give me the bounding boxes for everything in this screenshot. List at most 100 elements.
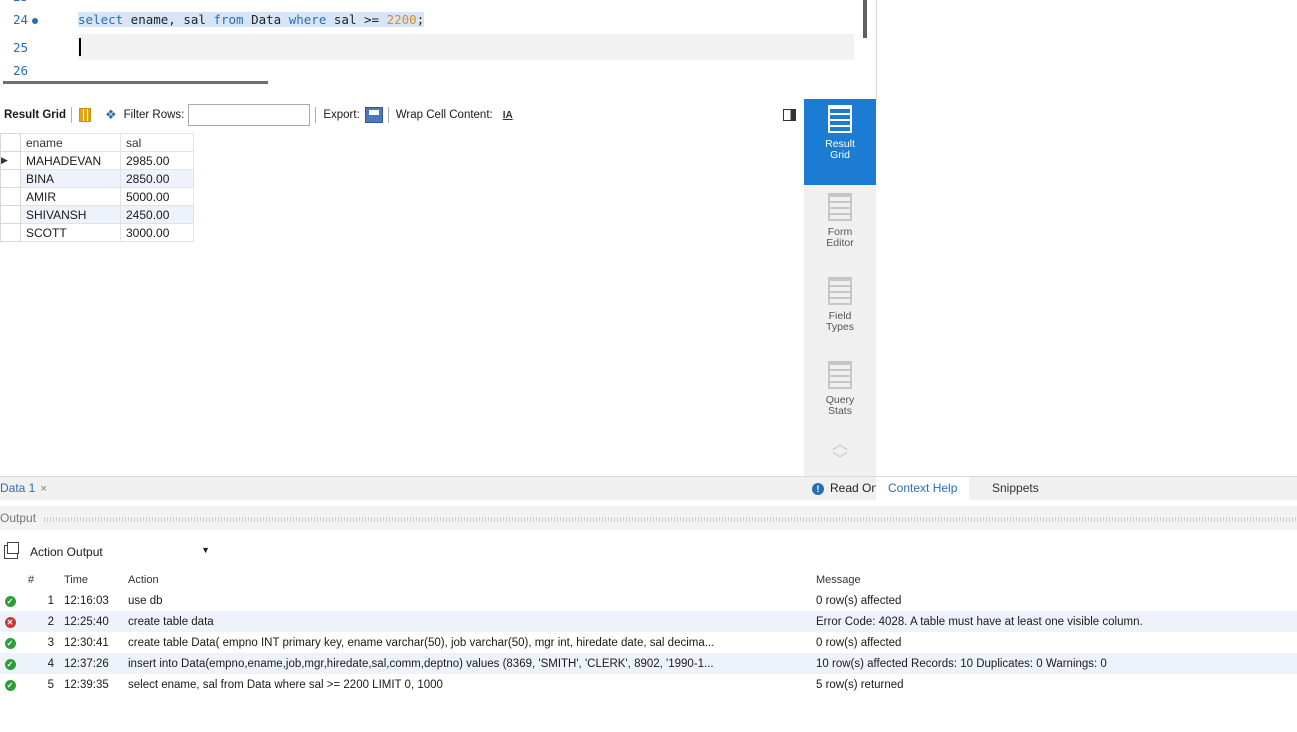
cell-time: 12:25:40 <box>60 611 126 632</box>
editor-vertical-scrollbar[interactable] <box>863 0 867 38</box>
table-row[interactable]: AMIR 5000.00 <box>0 187 194 206</box>
sql-keyword: from <box>213 12 244 27</box>
column-header-sal[interactable]: sal <box>120 133 194 152</box>
cell-num: 1 <box>47 594 54 607</box>
tab-context-help[interactable]: Context Help <box>876 477 970 501</box>
cell-action: insert into Data(empno,ename,job,mgr,hir… <box>126 653 814 674</box>
wrap-cell-label: Wrap Cell Content: <box>395 109 493 121</box>
sql-editor[interactable]: 23 24 25 26 select ename, sal from Data … <box>0 0 870 78</box>
panel-divider <box>876 0 877 100</box>
status-header <box>0 569 20 590</box>
statement-marker-icon <box>32 17 39 24</box>
side-tab-field-types[interactable]: Field Types <box>804 271 876 353</box>
table-row[interactable]: ▶ MAHADEVAN 2985.00 <box>0 151 194 170</box>
table-row[interactable]: ✓ 3 12:30:41 create table Data( empno IN… <box>0 632 1297 653</box>
close-icon[interactable]: × <box>40 483 46 495</box>
cell-sal[interactable]: 2850.00 <box>120 169 194 188</box>
table-row[interactable]: ✕ 2 12:25:40 create table data Error Cod… <box>0 611 1297 632</box>
side-tab-label: Stats <box>828 405 852 417</box>
cell-ename[interactable]: SHIVANSH <box>20 205 121 224</box>
sql-keyword: where <box>288 12 327 27</box>
text-caret <box>79 38 81 56</box>
result-grid-title: Result Grid <box>4 109 66 121</box>
chevron-down-icon: ▼ <box>201 545 210 555</box>
action-output-table: # Time Action Message ✓ 1 12:16:03 use d… <box>0 569 1297 695</box>
cell-sal[interactable]: 2985.00 <box>120 151 194 170</box>
cell-ename[interactable]: AMIR <box>20 187 121 206</box>
side-tab-result-grid[interactable]: Result Grid <box>804 99 876 185</box>
success-check-icon: ✓ <box>4 658 16 670</box>
table-row[interactable]: ✓ 5 12:39:35 select ename, sal from Data… <box>0 674 1297 695</box>
line-number: 23 <box>13 0 28 4</box>
wrap-cell-icon[interactable]: IA <box>503 110 513 121</box>
cell-sal[interactable]: 5000.00 <box>120 187 194 206</box>
export-icon[interactable] <box>364 107 383 123</box>
output-panel-header: Output <box>0 506 1297 530</box>
column-header-action[interactable]: Action <box>126 569 814 590</box>
output-controls: Action Output ▼ <box>0 541 210 563</box>
row-indicator <box>0 223 21 242</box>
cell-time: 12:39:35 <box>64 678 109 691</box>
column-header-time[interactable]: Time <box>60 569 126 590</box>
cell-sal[interactable]: 2450.00 <box>120 205 194 224</box>
output-type-select[interactable]: Action Output ▼ <box>30 545 210 559</box>
copy-icon[interactable] <box>4 542 19 559</box>
form-editor-icon <box>828 193 852 221</box>
column-header-ename[interactable]: ename <box>20 133 121 152</box>
sql-text: sal >= <box>326 12 387 27</box>
table-row[interactable]: ✓ 1 12:16:03 use db 0 row(s) affected <box>0 590 1297 611</box>
drag-grip[interactable] <box>44 517 1297 522</box>
tab-snippets[interactable]: Snippets <box>992 481 1039 495</box>
result-grid[interactable]: ename sal ▶ MAHADEVAN 2985.00 BINA 2850.… <box>0 133 194 242</box>
success-check-icon: ✓ <box>4 637 16 649</box>
column-header-num[interactable]: # <box>20 569 60 590</box>
sql-text: Data <box>243 12 289 27</box>
toggle-panel-icon[interactable] <box>783 109 796 121</box>
cell-num: 4 <box>20 653 60 674</box>
cell-num: 2 <box>20 611 60 632</box>
grid-layout-icon[interactable] <box>78 108 91 122</box>
cell-ename[interactable]: SCOTT <box>20 223 121 242</box>
row-indicator <box>0 205 21 224</box>
cell-time: 12:30:41 <box>64 636 109 649</box>
output-type-value: Action Output <box>30 545 103 559</box>
output-title: Output <box>0 511 37 525</box>
query-line[interactable]: select ename, sal from Data where sal >=… <box>78 12 425 27</box>
filter-rows-input[interactable] <box>188 104 311 126</box>
tab-data-1[interactable]: Data 1 × <box>0 481 47 495</box>
toolbar-separator <box>70 107 72 123</box>
filter-icon[interactable]: ❖ <box>105 107 117 123</box>
row-indicator <box>0 187 21 206</box>
cell-ename[interactable]: MAHADEVAN <box>20 151 121 170</box>
side-tab-form-editor[interactable]: Form Editor <box>804 187 876 269</box>
cell-ename[interactable]: BINA <box>20 169 121 188</box>
column-header-message[interactable]: Message <box>814 569 1297 590</box>
scroll-down-icon[interactable]: ﹀ <box>832 446 848 470</box>
tab-label: Data 1 <box>0 481 36 495</box>
table-row[interactable]: BINA 2850.00 <box>0 169 194 188</box>
cell-time: 12:37:26 <box>60 653 126 674</box>
cell-sal[interactable]: 3000.00 <box>120 223 194 242</box>
editor-horizontal-scrollbar[interactable] <box>3 81 268 84</box>
sql-text: ; <box>416 12 425 27</box>
cell-message: 5 row(s) returned <box>816 678 904 691</box>
cell-message: Error Code: 4028. A table must have at l… <box>814 611 1297 632</box>
toolbar-separator <box>315 107 317 123</box>
error-x-icon: ✕ <box>4 616 16 628</box>
line-number-text: 24 <box>13 12 29 27</box>
line-number: 26 <box>13 63 29 78</box>
cell-num: 5 <box>47 678 54 691</box>
sql-text: ename, sal <box>123 12 214 27</box>
current-line-highlight <box>78 34 854 60</box>
line-number: 24 <box>13 12 39 27</box>
result-toolbar: Result Grid ❖ Filter Rows: Export: Wrap … <box>0 101 805 129</box>
table-row[interactable]: ✓ 4 12:37:26 insert into Data(empno,enam… <box>0 653 1297 674</box>
table-row[interactable]: SCOTT 3000.00 <box>0 223 194 242</box>
cell-action: create table Data( empno INT primary key… <box>128 636 715 649</box>
cell-action: create table data <box>126 611 814 632</box>
info-icon: ! <box>812 483 824 495</box>
side-tab-query-stats[interactable]: Query Stats <box>804 355 876 437</box>
grid-header-row: ename sal <box>0 133 194 152</box>
table-row[interactable]: SHIVANSH 2450.00 <box>0 205 194 224</box>
output-header-row: # Time Action Message <box>0 569 1297 590</box>
